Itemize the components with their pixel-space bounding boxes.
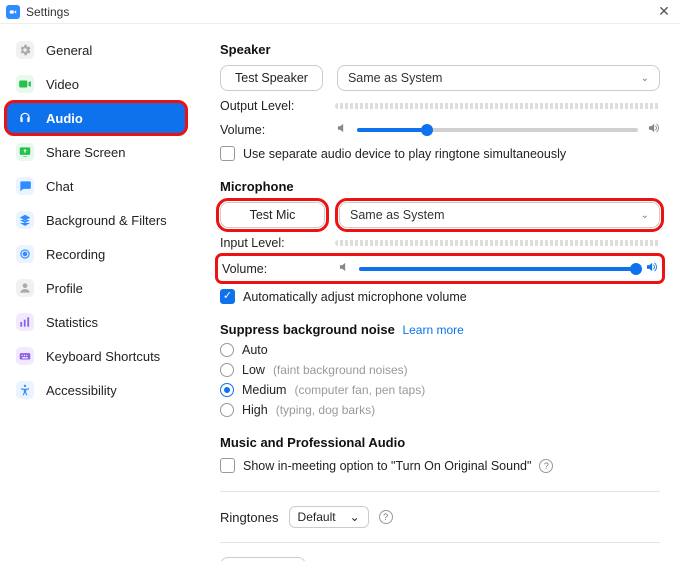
noise-option-label: High bbox=[242, 403, 268, 417]
section-divider bbox=[220, 542, 660, 543]
sidebar-item-label: General bbox=[46, 43, 92, 58]
help-icon[interactable]: ? bbox=[539, 459, 553, 473]
noise-section: Suppress background noise Learn more Aut… bbox=[220, 322, 660, 417]
ringtones-value: Default bbox=[298, 510, 336, 524]
sidebar-item-statistics[interactable]: Statistics bbox=[6, 306, 186, 338]
statistics-icon bbox=[16, 313, 34, 331]
noise-radio-low[interactable] bbox=[220, 363, 234, 377]
share-screen-icon bbox=[16, 143, 34, 161]
sidebar-item-profile[interactable]: Profile bbox=[6, 272, 186, 304]
microphone-heading: Microphone bbox=[220, 179, 660, 194]
speaker-section: Speaker Test Speaker Same as System ⌄ Ou… bbox=[220, 42, 660, 161]
sidebar-item-audio[interactable]: Audio bbox=[6, 102, 186, 134]
ringtones-row: Ringtones Default ⌄ ? bbox=[220, 506, 660, 528]
auto-adjust-mic-checkbox[interactable] bbox=[220, 289, 235, 304]
microphone-device-select[interactable]: Same as System ⌄ bbox=[339, 202, 660, 228]
gear-icon bbox=[16, 41, 34, 59]
noise-option-hint: (typing, dog barks) bbox=[276, 403, 375, 417]
help-icon[interactable]: ? bbox=[379, 510, 393, 524]
headphones-icon bbox=[16, 109, 34, 127]
profile-icon bbox=[16, 279, 34, 297]
sidebar-item-share-screen[interactable]: Share Screen bbox=[6, 136, 186, 168]
original-sound-label: Show in-meeting option to "Turn On Origi… bbox=[243, 459, 531, 473]
microphone-volume-label: Volume: bbox=[222, 262, 337, 276]
sidebar-item-label: Chat bbox=[46, 179, 73, 194]
video-icon bbox=[16, 75, 34, 93]
advanced-button[interactable]: Advanced bbox=[220, 557, 306, 561]
chevron-down-icon: ⌄ bbox=[641, 73, 649, 84]
layers-icon bbox=[16, 211, 34, 229]
sidebar-item-label: Statistics bbox=[46, 315, 98, 330]
test-mic-button[interactable]: Test Mic bbox=[220, 202, 325, 228]
ringtones-label: Ringtones bbox=[220, 510, 279, 525]
volume-low-icon bbox=[337, 260, 351, 277]
noise-option-hint: (computer fan, pen taps) bbox=[294, 383, 425, 397]
noise-radio-medium[interactable] bbox=[220, 383, 234, 397]
microphone-device-value: Same as System bbox=[350, 208, 444, 222]
sidebar-item-accessibility[interactable]: Accessibility bbox=[6, 374, 186, 406]
volume-low-icon bbox=[335, 121, 349, 138]
sidebar-item-label: Audio bbox=[46, 111, 83, 126]
noise-radio-high[interactable] bbox=[220, 403, 234, 417]
microphone-volume-slider[interactable] bbox=[359, 267, 636, 271]
sidebar-item-background-filters[interactable]: Background & Filters bbox=[6, 204, 186, 236]
noise-option-hint: (faint background noises) bbox=[273, 363, 408, 377]
sidebar-item-label: Video bbox=[46, 77, 79, 92]
sidebar-item-chat[interactable]: Chat bbox=[6, 170, 186, 202]
sidebar-item-keyboard-shortcuts[interactable]: Keyboard Shortcuts bbox=[6, 340, 186, 372]
music-section: Music and Professional Audio Show in-mee… bbox=[220, 435, 660, 473]
sidebar-item-video[interactable]: Video bbox=[6, 68, 186, 100]
speaker-volume-slider[interactable] bbox=[357, 128, 638, 132]
noise-radio-auto[interactable] bbox=[220, 343, 234, 357]
volume-high-icon bbox=[646, 121, 660, 138]
sidebar-item-label: Recording bbox=[46, 247, 105, 262]
window-title: Settings bbox=[26, 5, 654, 19]
sidebar-item-label: Share Screen bbox=[46, 145, 126, 160]
sidebar-item-label: Background & Filters bbox=[46, 213, 167, 228]
noise-option-label: Auto bbox=[242, 343, 268, 357]
section-divider bbox=[220, 491, 660, 492]
separate-audio-device-checkbox[interactable] bbox=[220, 146, 235, 161]
noise-option-label: Medium bbox=[242, 383, 286, 397]
test-speaker-button[interactable]: Test Speaker bbox=[220, 65, 323, 91]
keyboard-icon bbox=[16, 347, 34, 365]
record-icon bbox=[16, 245, 34, 263]
speaker-heading: Speaker bbox=[220, 42, 660, 57]
sidebar-item-label: Accessibility bbox=[46, 383, 117, 398]
original-sound-checkbox[interactable] bbox=[220, 458, 235, 473]
noise-heading: Suppress background noise bbox=[220, 322, 395, 337]
input-level-meter bbox=[335, 240, 660, 246]
input-level-label: Input Level: bbox=[220, 236, 335, 250]
chat-icon bbox=[16, 177, 34, 195]
microphone-section: Microphone Test Mic Same as System ⌄ Inp… bbox=[220, 179, 660, 304]
app-icon bbox=[6, 5, 20, 19]
music-heading: Music and Professional Audio bbox=[220, 435, 660, 450]
volume-high-icon bbox=[644, 260, 658, 277]
sidebar-item-label: Keyboard Shortcuts bbox=[46, 349, 160, 364]
output-level-label: Output Level: bbox=[220, 99, 335, 113]
main-panel: Speaker Test Speaker Same as System ⌄ Ou… bbox=[190, 24, 680, 561]
speaker-volume-label: Volume: bbox=[220, 123, 335, 137]
sidebar-item-recording[interactable]: Recording bbox=[6, 238, 186, 270]
close-icon[interactable]: ✕ bbox=[654, 3, 674, 20]
output-level-meter bbox=[335, 103, 660, 109]
sidebar-item-general[interactable]: General bbox=[6, 34, 186, 66]
ringtones-select[interactable]: Default ⌄ bbox=[289, 506, 369, 528]
sidebar: General Video Audio Share Screen Chat bbox=[0, 24, 190, 561]
sidebar-item-label: Profile bbox=[46, 281, 83, 296]
chevron-down-icon: ⌄ bbox=[350, 510, 360, 524]
titlebar: Settings ✕ bbox=[0, 0, 680, 24]
auto-adjust-mic-label: Automatically adjust microphone volume bbox=[243, 290, 467, 304]
accessibility-icon bbox=[16, 381, 34, 399]
separate-audio-device-label: Use separate audio device to play ringto… bbox=[243, 147, 566, 161]
speaker-device-value: Same as System bbox=[348, 71, 442, 85]
learn-more-link[interactable]: Learn more bbox=[402, 323, 463, 337]
speaker-device-select[interactable]: Same as System ⌄ bbox=[337, 65, 660, 91]
noise-option-label: Low bbox=[242, 363, 265, 377]
chevron-down-icon: ⌄ bbox=[641, 210, 649, 221]
